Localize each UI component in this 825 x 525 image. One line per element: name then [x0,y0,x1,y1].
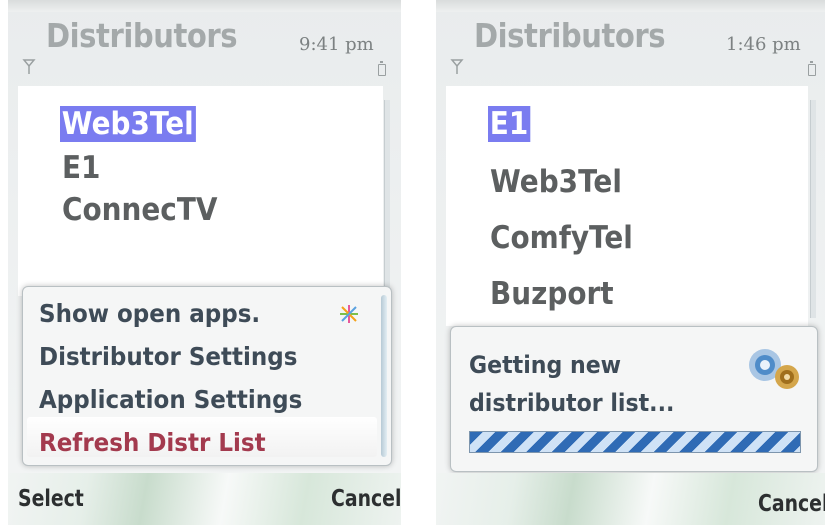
progress-bar [469,431,801,453]
list-item[interactable]: Web3Tel [490,164,622,200]
list-item[interactable]: ConnecTV [62,192,217,228]
screen-title: Distributors [474,16,666,55]
list-item[interactable]: E1 [62,150,100,186]
menu-item-refresh-distr-list[interactable]: Refresh Distr List [39,428,266,457]
signal-icon [22,59,36,74]
softkey-bar: Select Cancel [8,473,401,525]
top-frame [436,0,825,12]
battery-icon [378,61,386,76]
left-phone-screen: Distributors 9:41 pm Web3Tel E1 ConnecTV… [8,0,401,525]
options-menu: Show open apps. Distributor Settings App… [22,286,392,466]
progress-message-line2: distributor list... [469,389,675,417]
list-item[interactable]: Web3Tel [60,106,196,142]
progress-fill [470,432,800,452]
list-item[interactable]: E1 [488,106,531,142]
menu-item-distributor-settings[interactable]: Distributor Settings [39,342,297,371]
cancel-softkey[interactable]: Cancel [758,491,825,517]
distributor-list: Web3Tel E1 ConnecTV [18,86,383,296]
cancel-softkey[interactable]: Cancel [331,486,401,512]
distributor-list: E1 Web3Tel ComfyTel Buzport [446,86,808,326]
sparkle-icon [340,305,358,323]
clock: 9:41 pm [299,34,374,55]
list-scrollbar[interactable] [810,100,816,318]
signal-icon [450,59,464,74]
menu-scrollbar[interactable] [381,295,387,457]
list-item[interactable]: Buzport [490,276,614,312]
battery-icon [808,61,816,76]
menu-item-application-settings[interactable]: Application Settings [39,385,302,414]
right-phone-screen: Distributors 1:46 pm E1 Web3Tel ComfyTel… [436,0,825,525]
screen-title: Distributors [46,16,238,55]
progress-message-line1: Getting new [469,351,622,379]
gears-icon [749,349,799,389]
list-item[interactable]: ComfyTel [490,220,633,256]
top-frame [8,0,401,12]
menu-item-show-open-apps[interactable]: Show open apps. [39,299,260,328]
progress-dialog: Getting new distributor list... [450,326,818,472]
list-scrollbar[interactable] [384,100,390,290]
softkey-bar: Cancel [436,473,825,525]
clock: 1:46 pm [726,34,801,55]
select-softkey[interactable]: Select [18,486,84,512]
